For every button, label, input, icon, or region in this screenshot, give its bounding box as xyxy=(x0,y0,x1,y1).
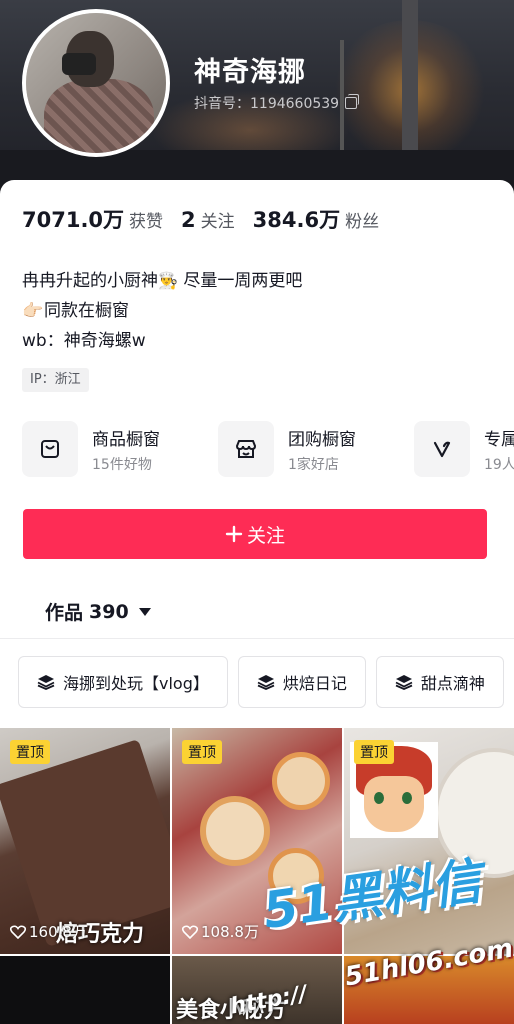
fans-label[interactable]: 粉丝 xyxy=(345,207,379,232)
layers-icon xyxy=(37,675,55,690)
stats-row: 7071.0万 获赞 2 关注 384.6万 粉丝 xyxy=(22,204,397,234)
bio: 冉冉升起的小厨神👨‍🍳 尽量一周两更吧 👉🏻同款在橱窗 wb：神奇海螺w xyxy=(22,266,302,356)
works-tab-count: 390 xyxy=(89,600,129,623)
pointing-hand-icon: 👉🏻 xyxy=(22,301,44,321)
exclusive-title: 专属 xyxy=(484,429,514,450)
bio-line-2: 👉🏻同款在橱窗 xyxy=(22,296,302,326)
v-icon xyxy=(414,421,470,477)
group-buy-showcase[interactable]: 团购橱窗 1家好店 xyxy=(218,421,414,477)
bio-line-3: wb：神奇海螺w xyxy=(22,331,146,351)
video-thumbnail[interactable]: 置顶 焙巧克力 160.8万 xyxy=(0,728,170,954)
video-likes: 160.8万 xyxy=(10,921,87,942)
follow-button-label: 关注 xyxy=(246,524,285,547)
pinned-badge: 置顶 xyxy=(10,740,50,764)
shop-showcase-sub: 15件好物 xyxy=(92,456,152,473)
copy-icon[interactable] xyxy=(345,94,360,109)
heart-icon xyxy=(182,924,198,939)
profile-name: 神奇海挪 xyxy=(194,57,306,88)
fans-count[interactable]: 384.6万 xyxy=(253,204,340,234)
phone-icon xyxy=(62,53,96,75)
heart-icon xyxy=(10,924,26,939)
follow-button[interactable]: 关注 xyxy=(23,509,487,559)
collection-chip[interactable]: 甜点滴神 xyxy=(375,656,504,708)
pinned-badge: 置顶 xyxy=(354,740,394,764)
tab-works[interactable]: 作品 390 xyxy=(45,598,151,625)
collection-chip[interactable]: 海挪到处玩【vlog】 xyxy=(18,656,228,708)
works-tab-label: 作品 xyxy=(45,602,84,624)
exclusive-entry[interactable]: 专属 19人 xyxy=(414,421,514,477)
pinned-badge: 置顶 xyxy=(182,740,222,764)
shop-entries: 商品橱窗 15件好物 团购橱窗 1家好店 专属 19人 xyxy=(22,421,514,477)
chef-emoji-icon: 👨‍🍳 xyxy=(158,271,178,290)
shop-showcase-title: 商品橱窗 xyxy=(92,429,160,450)
group-buy-title: 团购橱窗 xyxy=(288,429,356,450)
banner-pole xyxy=(402,0,418,170)
likes-label: 获赞 xyxy=(129,212,164,232)
following-count[interactable]: 2 xyxy=(181,208,196,232)
avatar[interactable] xyxy=(22,9,170,157)
plus-icon xyxy=(225,525,243,543)
group-buy-sub: 1家好店 xyxy=(288,456,339,473)
layers-icon xyxy=(257,675,275,690)
collection-chip[interactable]: 烘焙日记 xyxy=(237,656,366,708)
collection-chips: 海挪到处玩【vlog】 烘焙日记 甜点滴神 xyxy=(18,656,504,708)
video-thumbnail[interactable] xyxy=(0,956,170,1024)
divider xyxy=(0,638,514,639)
following-label[interactable]: 关注 xyxy=(201,207,235,232)
caret-down-icon xyxy=(138,607,151,616)
exclusive-sub: 19人 xyxy=(484,456,514,473)
bio-line-1: 冉冉升起的小厨神👨‍🍳 尽量一周两更吧 xyxy=(22,266,302,296)
video-likes: 108.8万 xyxy=(182,921,259,942)
store-icon xyxy=(218,421,274,477)
douyin-id-text: 抖音号：1194660539 xyxy=(194,96,340,112)
likes-count: 7071.0万 xyxy=(22,208,125,232)
ip-location-tag: IP：浙江 xyxy=(22,368,89,392)
layers-icon xyxy=(395,675,413,690)
bag-icon xyxy=(22,421,78,477)
shop-showcase[interactable]: 商品橱窗 15件好物 xyxy=(22,421,218,477)
douyin-id[interactable]: 抖音号：1194660539 xyxy=(194,93,360,113)
